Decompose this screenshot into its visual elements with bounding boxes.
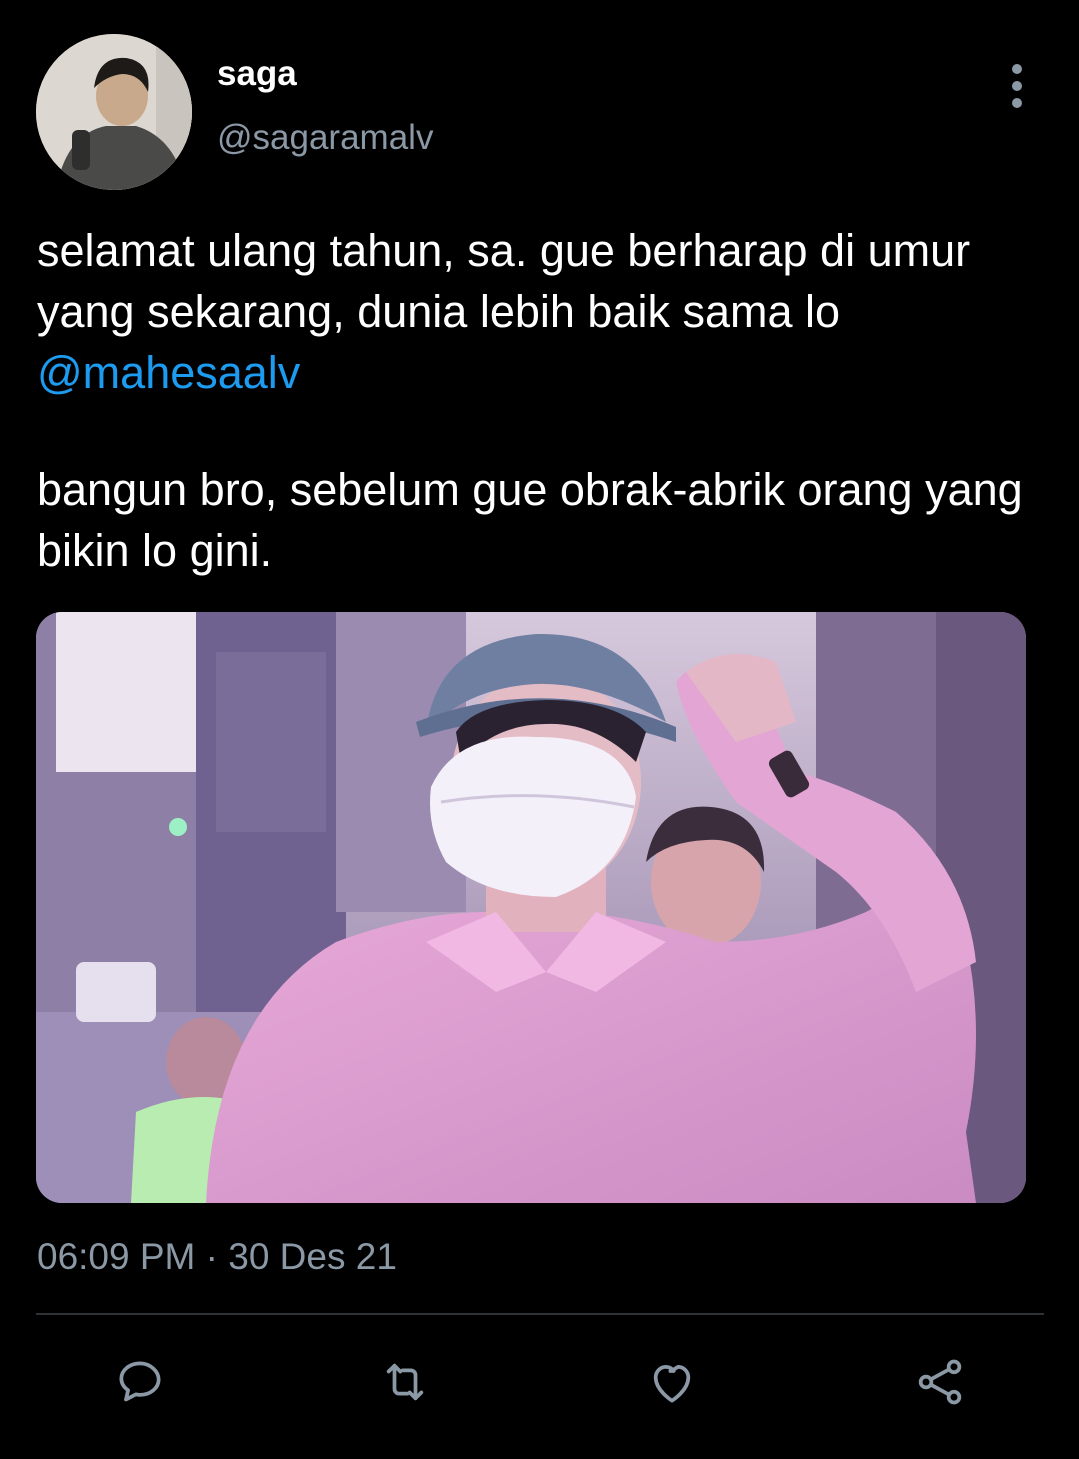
mention-link[interactable]: @mahesaalv <box>37 347 300 398</box>
retweet-button[interactable] <box>375 1352 435 1412</box>
tweet-text-line: selamat ulang tahun, sa. gue berharap di… <box>37 225 971 337</box>
like-button[interactable] <box>642 1352 702 1412</box>
avatar-image <box>36 34 192 190</box>
tweet-photo[interactable] <box>36 612 1026 1203</box>
tweet-paragraph: bangun bro, sebelum gue obrak-abrik oran… <box>37 464 1023 576</box>
retweet-icon <box>386 1363 424 1401</box>
display-name[interactable]: saga <box>217 54 297 94</box>
reply-icon <box>119 1361 161 1402</box>
reply-button[interactable] <box>110 1352 170 1412</box>
share-button[interactable] <box>910 1352 970 1412</box>
share-icon <box>918 1359 962 1405</box>
tweet-text: selamat ulang tahun, sa. gue berharap di… <box>37 220 1037 581</box>
more-options-icon[interactable] <box>1004 64 1030 108</box>
tweet-paragraph: selamat ulang tahun, sa. gue berharap di… <box>37 220 1037 403</box>
tweet-detail: saga @sagaramalv selamat ulang tahun, sa… <box>0 0 1079 1459</box>
heart-icon <box>653 1364 691 1403</box>
tweet-timestamp[interactable]: 06:09 PM · 30 Des 21 <box>37 1236 397 1278</box>
divider <box>36 1313 1044 1315</box>
avatar[interactable] <box>36 34 192 190</box>
photo-image <box>36 612 1026 1203</box>
user-handle[interactable]: @sagaramalv <box>217 118 433 158</box>
